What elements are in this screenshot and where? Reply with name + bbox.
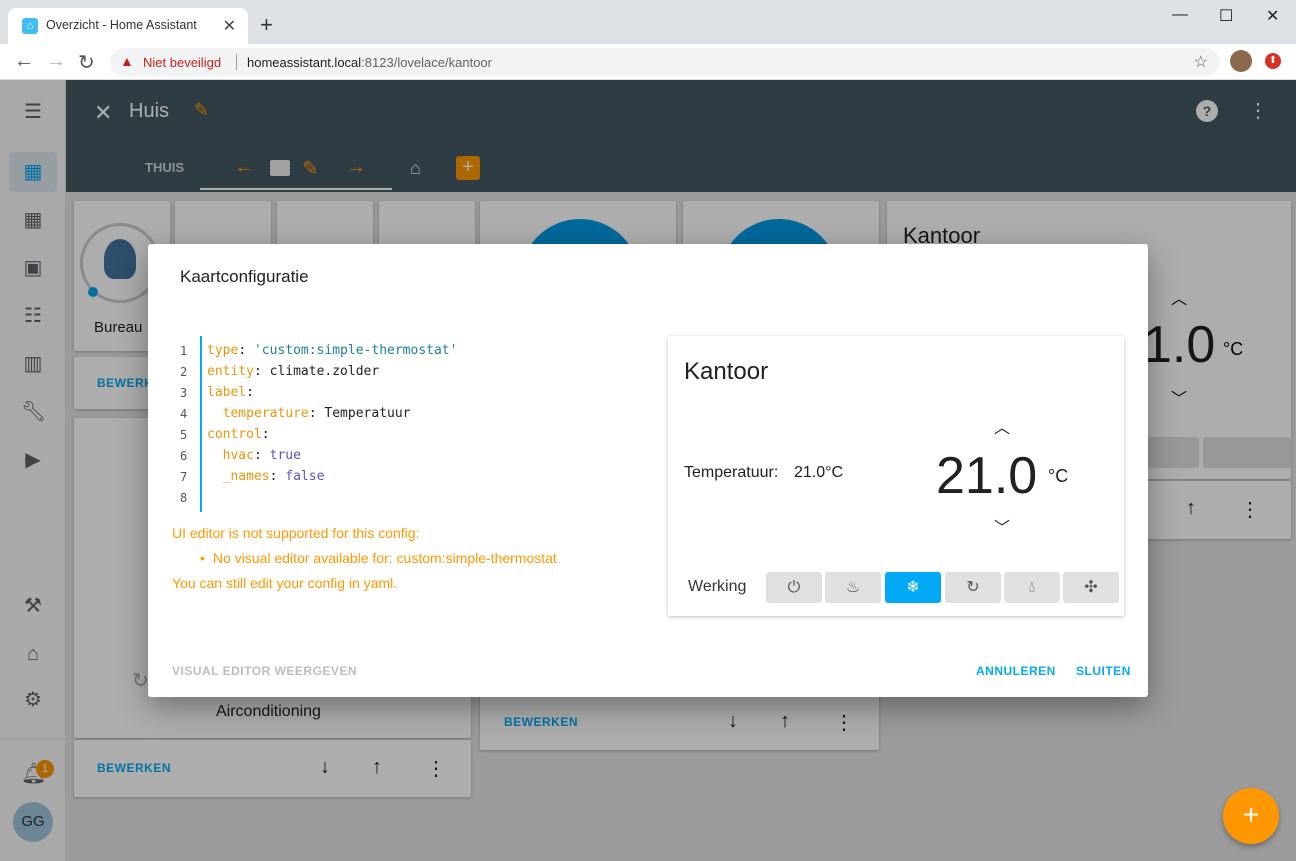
preview-thermostat-name: Kantoor	[684, 358, 769, 385]
code-line: _names: false	[222, 469, 325, 484]
ui-editor-warning: UI editor is not supported for this conf…	[172, 521, 612, 596]
line-number: 2	[180, 365, 188, 379]
minimize-icon[interactable]: —	[1172, 6, 1188, 24]
dry-water-icon[interactable]: 💧︎	[1004, 572, 1060, 603]
line-number: 1	[180, 344, 188, 358]
browser-tab[interactable]: ⌂ Overzicht - Home Assistant ✕	[8, 8, 248, 44]
dialog-title: Kaartconfiguratie	[180, 267, 309, 286]
yaml-code-editor[interactable]: 1 2 3 4 5 6 7 8 type: 'custom:simple-the…	[172, 336, 612, 512]
cool-snowflake-icon[interactable]: ❄	[885, 572, 941, 603]
sensor-value: 21.0°C	[794, 464, 844, 481]
heat-flame-icon[interactable]: ♨	[825, 572, 881, 603]
code-line: hvac: true	[222, 448, 301, 463]
decrease-chevron-icon[interactable]: ﹀	[994, 514, 1010, 538]
url-host: homeassistant.local	[247, 55, 362, 70]
home-assistant-favicon-icon: ⌂	[22, 18, 38, 34]
increase-chevron-icon[interactable]: ︿	[994, 414, 1010, 438]
add-card-fab[interactable]: +	[1223, 788, 1279, 844]
line-number: 6	[180, 449, 188, 463]
cancel-button[interactable]: ANNULEREN	[976, 664, 1056, 678]
editor-gutter	[172, 336, 202, 512]
sensor-label: Temperatuur:	[684, 464, 779, 481]
line-number: 7	[180, 470, 188, 484]
power-off-icon[interactable]: ⏻	[766, 572, 822, 603]
card-config-dialog: Kaartconfiguratie 1 2 3 4 5 6 7 8 type: …	[148, 244, 1148, 697]
insecure-label[interactable]: Niet beveiligd	[143, 55, 221, 70]
browser-toolbar: ← → ↻ ▲ Niet beveiligd homeassistant.loc…	[0, 44, 1296, 80]
fan-icon[interactable]: ✣	[1063, 572, 1119, 603]
extension-icon[interactable]: ⬆	[1265, 53, 1281, 69]
line-number: 3	[180, 386, 188, 400]
warning-list: No visual editor available for: custom:s…	[172, 546, 612, 571]
profile-avatar[interactable]	[1230, 50, 1252, 72]
card-preview: Kantoor Temperatuur: 21.0°C ︿ 21.0 °C ﹀ …	[668, 336, 1124, 616]
url-path: :8123/lovelace/kantoor	[361, 55, 492, 70]
target-temperature: 21.0	[936, 447, 1038, 505]
mode-label: Werking	[688, 578, 747, 595]
code-line: type: 'custom:simple-thermostat'	[207, 343, 458, 358]
line-number: 5	[180, 428, 188, 442]
forward-icon[interactable]: →	[46, 50, 66, 73]
address-bar[interactable]: ▲ Niet beveiligd homeassistant.local:812…	[110, 48, 1220, 76]
warning-item: No visual editor available for: custom:s…	[200, 546, 612, 571]
browser-tab-bar: ⌂ Overzicht - Home Assistant ✕ + — ☐ ✕	[0, 0, 1296, 44]
unit-label: °C	[1048, 466, 1069, 486]
line-number: 4	[180, 407, 188, 421]
divider	[236, 54, 237, 70]
warning-icon: ▲	[120, 53, 134, 69]
close-button[interactable]: SLUITEN	[1076, 664, 1131, 678]
close-tab-icon[interactable]: ✕	[223, 16, 236, 36]
code-line: temperature: Temperatuur	[222, 406, 411, 421]
show-visual-editor-button[interactable]: VISUAL EDITOR WEERGEVEN	[172, 664, 357, 678]
auto-cycle-icon[interactable]: ↻	[945, 572, 1001, 603]
warning-heading: UI editor is not supported for this conf…	[172, 525, 420, 541]
warning-footer: You can still edit your config in yaml.	[172, 575, 398, 591]
line-number: 8	[180, 491, 188, 505]
new-tab-icon[interactable]: +	[260, 12, 273, 38]
bookmark-star-icon[interactable]: ☆	[1194, 52, 1208, 72]
code-line: control:	[207, 427, 270, 442]
reload-icon[interactable]: ↻	[78, 50, 95, 75]
tab-title: Overzicht - Home Assistant	[46, 18, 197, 32]
code-line: label:	[207, 385, 254, 400]
maximize-icon[interactable]: ☐	[1219, 6, 1233, 26]
back-icon[interactable]: ←	[14, 50, 34, 73]
code-line: entity: climate.zolder	[207, 364, 380, 379]
url-text[interactable]: homeassistant.local:8123/lovelace/kantoo…	[247, 55, 492, 70]
window-close-icon[interactable]: ✕	[1266, 6, 1279, 26]
